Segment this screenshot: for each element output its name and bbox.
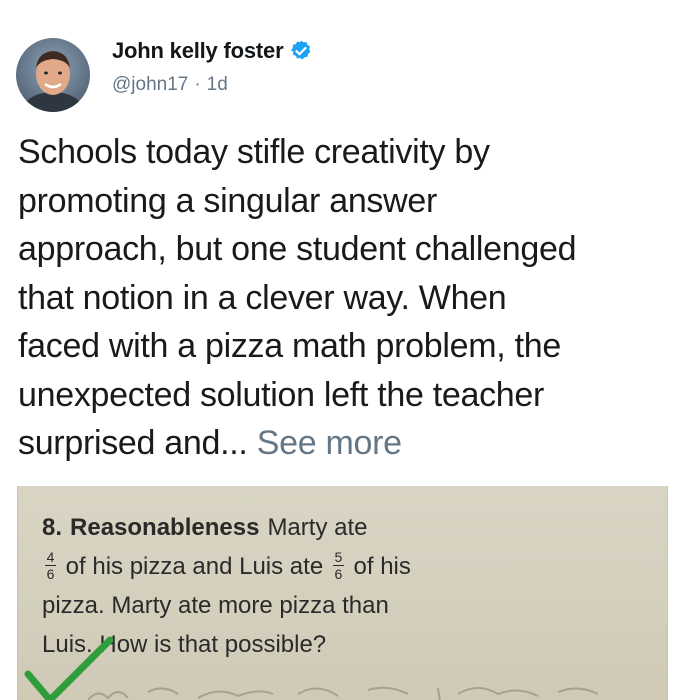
question-title: Reasonableness — [70, 514, 260, 541]
tweet-media-image[interactable]: 8. Reasonableness Marty ate 46 of his pizz… — [17, 486, 668, 700]
tweet-line: approach, but one student challenged — [18, 230, 577, 268]
handwritten-answer-icon — [88, 686, 599, 700]
tweet-line: faced with a pizza math problem, the — [18, 327, 561, 365]
question-line-2: 46 of his pizza and Luis ate 56 of his — [42, 547, 652, 586]
author-name-row: John kelly foster — [112, 38, 313, 64]
tweet-header: John kelly foster @john17 · 1d — [16, 34, 676, 114]
tweet-line: that notion in a clever way. When — [18, 278, 507, 317]
tweet-line: surprised and... — [18, 424, 248, 462]
tweet-body: Schools today stifle creativity by promo… — [18, 128, 684, 468]
fraction-five-sixths: 56 — [332, 549, 344, 583]
fraction-denominator: 6 — [334, 566, 343, 583]
author-display-name[interactable]: John kelly foster — [112, 38, 284, 64]
post-age[interactable]: 1d — [207, 74, 228, 96]
tweet-line: unexpected solution left the teacher — [18, 375, 545, 414]
verified-badge-icon — [291, 40, 311, 60]
fraction-numerator: 5 — [334, 549, 343, 566]
avatar[interactable] — [16, 38, 90, 112]
question-line-1: 8. Reasonableness Marty ate — [42, 508, 652, 547]
avatar-photo-icon — [16, 38, 90, 112]
fraction-denominator: 6 — [46, 566, 55, 583]
fraction-four-sixths: 46 — [45, 550, 56, 581]
question-text: of his — [353, 553, 411, 580]
tweet-line: Schools today stifle creativity by — [18, 133, 490, 171]
question-number: 8. — [42, 514, 63, 541]
fraction-numerator: 4 — [46, 549, 55, 566]
meta-separator: · — [194, 74, 201, 95]
worksheet-question: 8. Reasonableness Marty ate 46 of his pizz… — [42, 508, 652, 664]
see-more-link[interactable]: See more — [257, 424, 402, 462]
author-meta-row: @john17 · 1d — [112, 74, 228, 96]
question-line-4: Luis. How is that possible? — [42, 631, 327, 658]
question-text: Marty ate — [267, 514, 368, 541]
tweet-line: promoting a singular answer — [18, 181, 438, 220]
author-handle[interactable]: @john17 — [112, 74, 188, 96]
tweet-last-line: surprised and... See more — [18, 419, 684, 468]
question-text: of his pizza and Luis ate — [65, 553, 324, 580]
question-line-3: pizza. Marty ate more pizza than — [42, 592, 389, 619]
